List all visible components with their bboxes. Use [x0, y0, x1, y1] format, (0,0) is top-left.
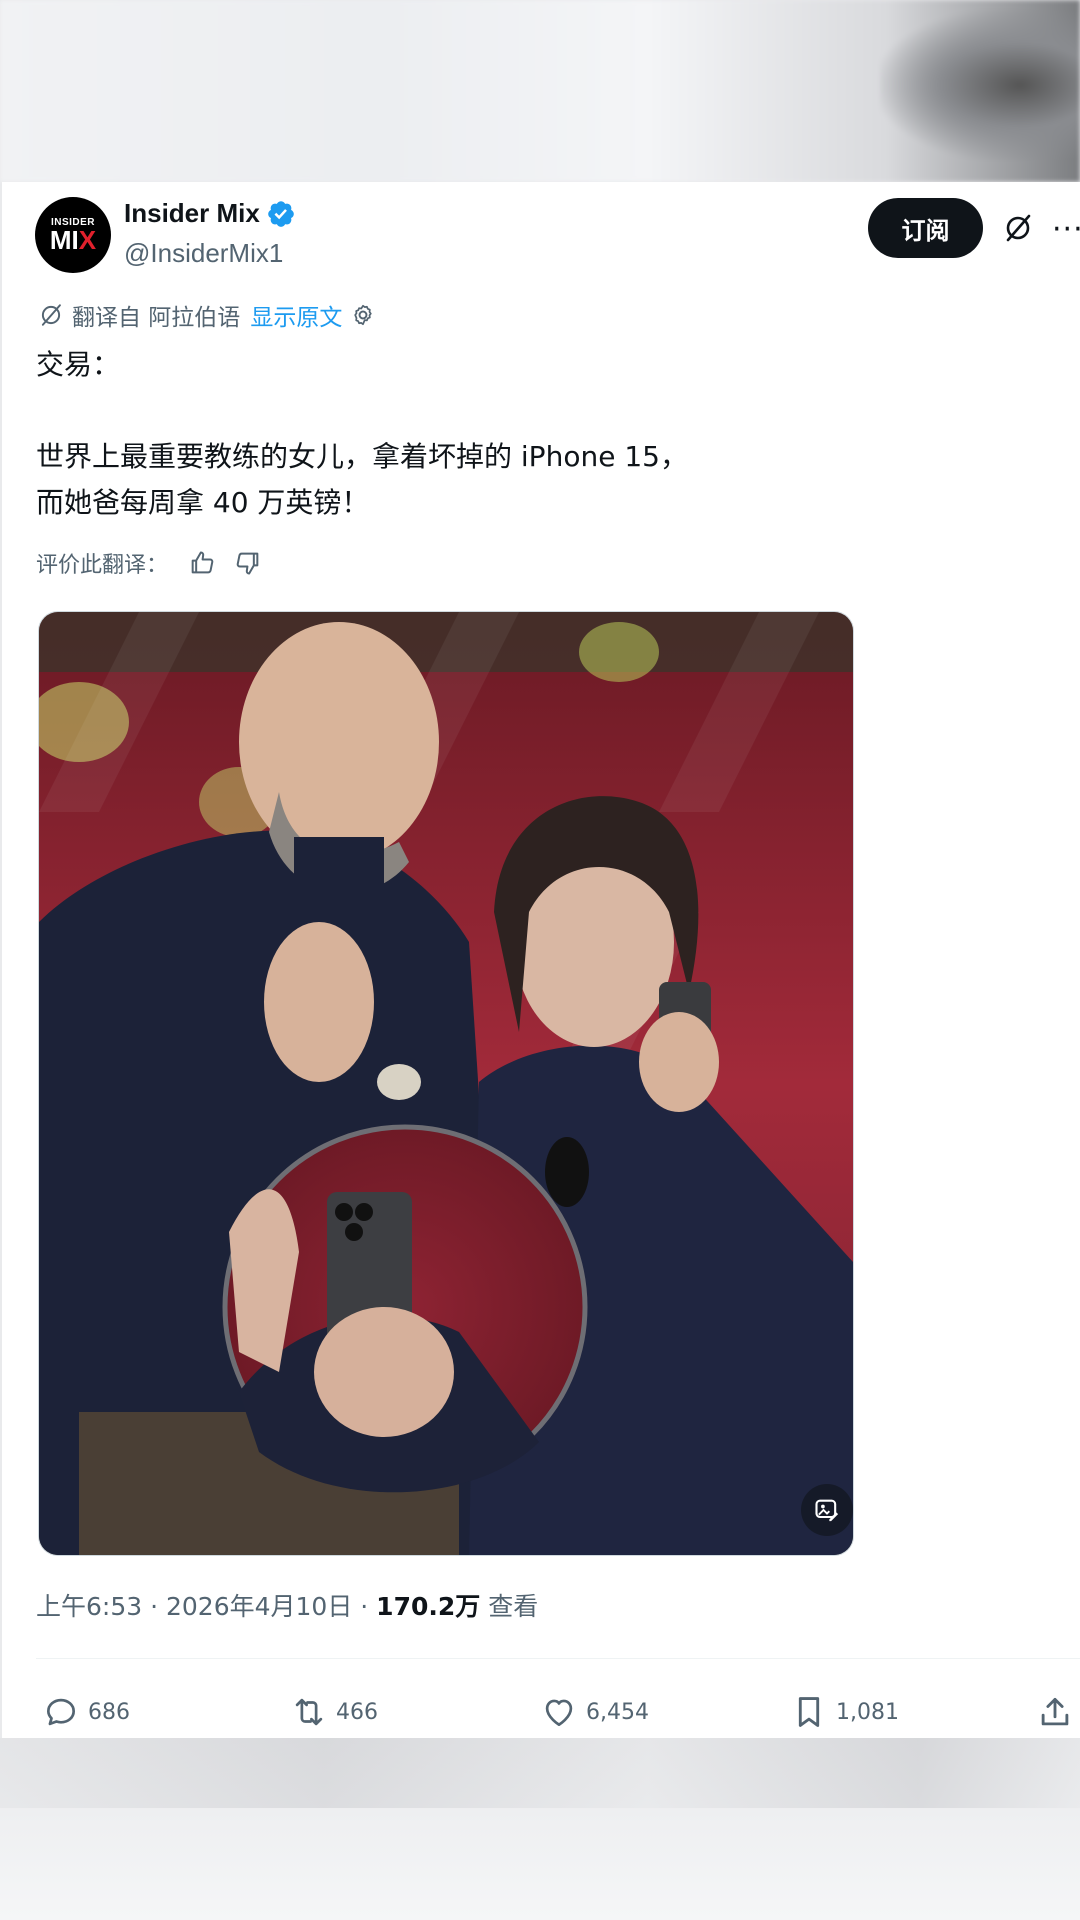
views-label: 查看 [480, 1592, 539, 1621]
translated-from-label: 翻译自 阿拉伯语 [72, 305, 241, 331]
repost-count: 466 [336, 1699, 378, 1725]
author-handle[interactable]: @InsiderMix1 [124, 238, 283, 269]
tweet-text: 交易： 世界上最重要教练的女儿，拿着坏掉的 iPhone 15， 而她爸每周拿 … [36, 348, 688, 519]
avatar-logo-mark: MIX [49, 225, 97, 255]
rate-translation-row: 评价此翻译： [36, 547, 262, 579]
views-count: 170.2万 [376, 1592, 481, 1621]
like-button[interactable]: 6,454 [540, 1682, 649, 1742]
like-count: 6,454 [586, 1699, 649, 1725]
tweet-photo[interactable] [38, 611, 854, 1556]
reply-icon [46, 1698, 76, 1726]
reply-button[interactable]: 686 [42, 1682, 130, 1742]
verified-badge-icon [268, 200, 294, 227]
bookmark-icon [798, 1697, 820, 1727]
author-name-text: Insider Mix [124, 198, 260, 228]
blurred-background-bottom [0, 1738, 1080, 1920]
grok-icon[interactable] [1002, 212, 1034, 244]
repost-button[interactable]: 466 [290, 1682, 378, 1742]
tweet-timestamp[interactable]: 上午6:53 · 2026年4月10日 · [36, 1592, 376, 1621]
thumbs-down-icon[interactable] [234, 549, 262, 577]
photo-illustration [39, 612, 853, 1555]
show-original-link[interactable]: 显示原文 [250, 298, 342, 332]
bookmark-count: 1,081 [836, 1699, 899, 1725]
tweet-meta: 上午6:53 · 2026年4月10日 · 170.2万 查看 [36, 1587, 538, 1623]
grok-translate-icon [41, 304, 61, 326]
share-icon [1041, 1697, 1069, 1726]
reply-count: 686 [88, 1699, 130, 1725]
repost-icon [295, 1698, 323, 1726]
share-button[interactable] [1036, 1682, 1080, 1742]
author-name[interactable]: Insider Mix [124, 198, 296, 229]
translation-bar: 翻译自 阿拉伯语 显示原文 [38, 298, 376, 332]
heart-icon [545, 1699, 573, 1727]
gear-icon[interactable] [350, 302, 376, 328]
blurred-background-top [0, 0, 1080, 182]
rate-translation-label: 评价此翻译： [36, 553, 169, 578]
tweet-card: INSIDER MIX Insider Mix @InsiderMix1 订阅 … [2, 182, 1080, 1738]
avatar[interactable]: INSIDER MIX [35, 197, 111, 273]
action-bar: 686 466 6,454 1,081 [2, 1682, 1080, 1742]
thumbs-up-icon[interactable] [188, 549, 216, 577]
divider [36, 1658, 1080, 1659]
more-options-icon[interactable]: ··· [1052, 212, 1080, 247]
alt-text-icon[interactable] [801, 1484, 853, 1536]
bookmark-button[interactable]: 1,081 [790, 1682, 899, 1742]
subscribe-button[interactable]: 订阅 [868, 198, 983, 258]
